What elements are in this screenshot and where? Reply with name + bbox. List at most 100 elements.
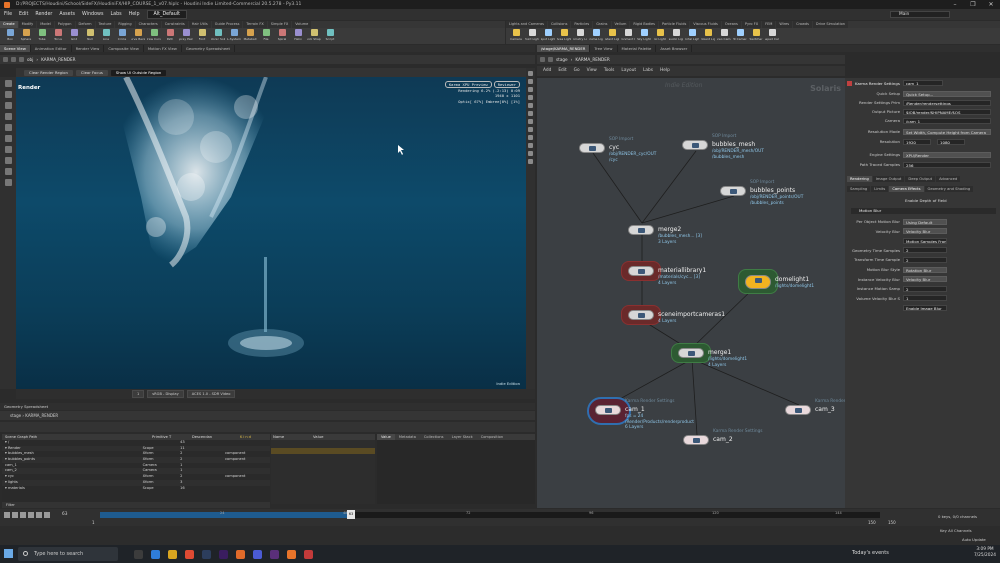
shelf-tool[interactable]: Helix [291, 29, 305, 43]
param-value[interactable]: /Render/rendersettings [903, 99, 991, 106]
param-value[interactable]: Enable Image Blur [903, 304, 947, 311]
menu-edit[interactable]: Edit [19, 12, 28, 17]
end-frame[interactable]: 150 [868, 520, 876, 525]
pane-tab[interactable]: Material Palette [618, 45, 657, 52]
pane-tab[interactable]: Tree View [590, 45, 618, 52]
shelf-tool[interactable]: Stereo Camera [717, 29, 731, 43]
shelf-tool[interactable]: Grid [67, 29, 81, 43]
net-path-stage[interactable]: stage [556, 57, 568, 62]
auto-update-button[interactable]: Auto Update [962, 537, 986, 542]
param-value[interactable]: Using Default [903, 218, 947, 225]
param-value[interactable]: 2 [903, 285, 947, 292]
param-tab[interactable]: Geometry and Shading [924, 186, 974, 192]
shelf-tool[interactable]: Gamepad Camera [765, 29, 779, 43]
shelf-tool[interactable]: Environment Light [621, 29, 635, 43]
shelf-tab[interactable]: Pyro FX [741, 21, 762, 28]
start-frame[interactable]: 1 [92, 520, 95, 525]
node-materiallibrary1[interactable] [628, 266, 654, 276]
shelf-tool[interactable]: Circle [115, 29, 129, 43]
move-tool-icon[interactable] [4, 102, 12, 109]
param-value[interactable]: /cam_1 [903, 117, 991, 124]
shelf-tab[interactable]: Viscous Fluids [690, 21, 721, 28]
shelf-tab[interactable]: Terrain FX [243, 21, 267, 28]
word-icon[interactable] [202, 549, 211, 559]
param-value[interactable]: 1 [903, 295, 947, 302]
play-icon[interactable] [28, 512, 34, 518]
shelf-tab[interactable]: Rigid Bodies [630, 21, 659, 28]
shelf-tool[interactable]: Draw Curve [147, 29, 161, 43]
shelf-tool[interactable]: Point Light [525, 29, 539, 43]
shelf-tab[interactable]: Model [37, 21, 54, 28]
param-value[interactable]: 1920 [903, 138, 931, 145]
network-menu-item[interactable]: Edit [558, 66, 566, 76]
shelf-tool[interactable]: GI Light [653, 29, 667, 43]
shelf-tool[interactable]: Curve Bezier [131, 29, 145, 43]
param-value[interactable]: Rotation Blur [903, 266, 947, 273]
shelf-tab[interactable]: Polygon [54, 21, 75, 28]
camera-icon[interactable] [528, 111, 533, 116]
snapshot-icon[interactable] [528, 127, 533, 132]
shelf-tab[interactable]: Characters [135, 21, 161, 28]
dof-toggle[interactable]: Enable Depth of Field [905, 198, 947, 203]
ghost-icon[interactable] [528, 103, 533, 108]
shelf-tab[interactable]: Deform [75, 21, 95, 28]
scene-graph-tab[interactable]: Geometry Spreadsheet [0, 403, 535, 410]
shelf-tool[interactable]: Caustic Light [669, 29, 683, 43]
jump-end-icon[interactable] [44, 512, 50, 518]
premiere-icon[interactable] [270, 549, 279, 559]
node-merge2[interactable] [628, 225, 654, 235]
param-value[interactable]: Velocity Blur [903, 228, 947, 235]
shelf-tab[interactable]: Constraints [161, 21, 188, 28]
shelf-tool[interactable]: Torus [51, 29, 65, 43]
system-clock[interactable]: 3:09 PM 7/25/2024 [974, 547, 996, 559]
main-selector[interactable]: Main [890, 11, 950, 18]
shelf-tool[interactable]: File [259, 29, 273, 43]
engine-button[interactable]: Karma XPU Preview [444, 81, 492, 89]
details-tab[interactable]: Collections [420, 434, 448, 440]
camera-button[interactable]: Reviewer [493, 81, 520, 89]
param-tab[interactable]: Rendering [847, 176, 872, 182]
menu-labs[interactable]: Labs [110, 12, 121, 17]
shelf-tab[interactable]: Vellum [611, 21, 630, 28]
shelf-tool[interactable]: Spiral [275, 29, 289, 43]
shelf-tool[interactable]: Camera [509, 29, 523, 43]
param-tab[interactable]: Sampling [847, 186, 871, 192]
view-transform[interactable]: ACES 1.0 - SDR Video [186, 390, 236, 398]
network-editor[interactable]: Solaris Indie Edition SOP Import cyc/obj/… [537, 78, 845, 508]
shelf-tool[interactable]: L-System [227, 29, 241, 43]
pane-tab[interactable]: Motion FX View [144, 45, 182, 52]
shelf-tool[interactable]: Switcher [749, 29, 763, 43]
node-name-field[interactable]: cam_1 [902, 80, 943, 86]
node-domelight1[interactable] [745, 275, 771, 289]
param-value[interactable]: Velocity Blur [903, 276, 947, 283]
network-menu-item[interactable]: Go [574, 66, 580, 76]
weather-events[interactable]: Today's events [852, 550, 889, 556]
shelf-tool[interactable]: Volume Light [589, 29, 603, 43]
param-value[interactable]: 2 [903, 256, 947, 263]
light-tool-icon[interactable] [4, 179, 12, 186]
snap-tool-icon[interactable] [4, 168, 12, 175]
shading-icon[interactable] [528, 87, 533, 92]
param-tab[interactable]: Deep Output [905, 176, 936, 182]
net-path-karma[interactable]: KARMA_RENDER [575, 57, 610, 62]
key-all-button[interactable]: Key All Channels [940, 528, 972, 533]
houdini-taskbar-icon-2[interactable] [287, 549, 296, 559]
shelf-tool[interactable]: Metaball [243, 29, 257, 43]
param-tab[interactable]: Image Output [872, 176, 905, 182]
shelf-tool[interactable]: Quick Shapes [307, 29, 321, 43]
shelf-tool[interactable]: Path [163, 29, 177, 43]
step-forward-icon[interactable] [36, 512, 42, 518]
hide-icon[interactable] [528, 143, 533, 148]
shelf-tool[interactable]: Font [195, 29, 209, 43]
magnet-tool-icon[interactable] [4, 157, 12, 164]
shelf-tab[interactable]: Lights and Cameras [506, 21, 547, 28]
shelf-tab[interactable]: Create [0, 21, 18, 28]
filter-field[interactable]: Filter [2, 502, 270, 508]
param-value-2[interactable]: 1080 [937, 138, 965, 145]
maximize-button[interactable]: ❐ [964, 0, 982, 9]
param-value[interactable]: Set Width, Compute Height from Camera [903, 128, 991, 135]
render-icon[interactable] [528, 159, 533, 164]
forward-arrow-icon[interactable] [548, 57, 553, 62]
details-tab[interactable]: Layer Stack [448, 434, 477, 440]
details-tab[interactable]: Composition [477, 434, 507, 440]
